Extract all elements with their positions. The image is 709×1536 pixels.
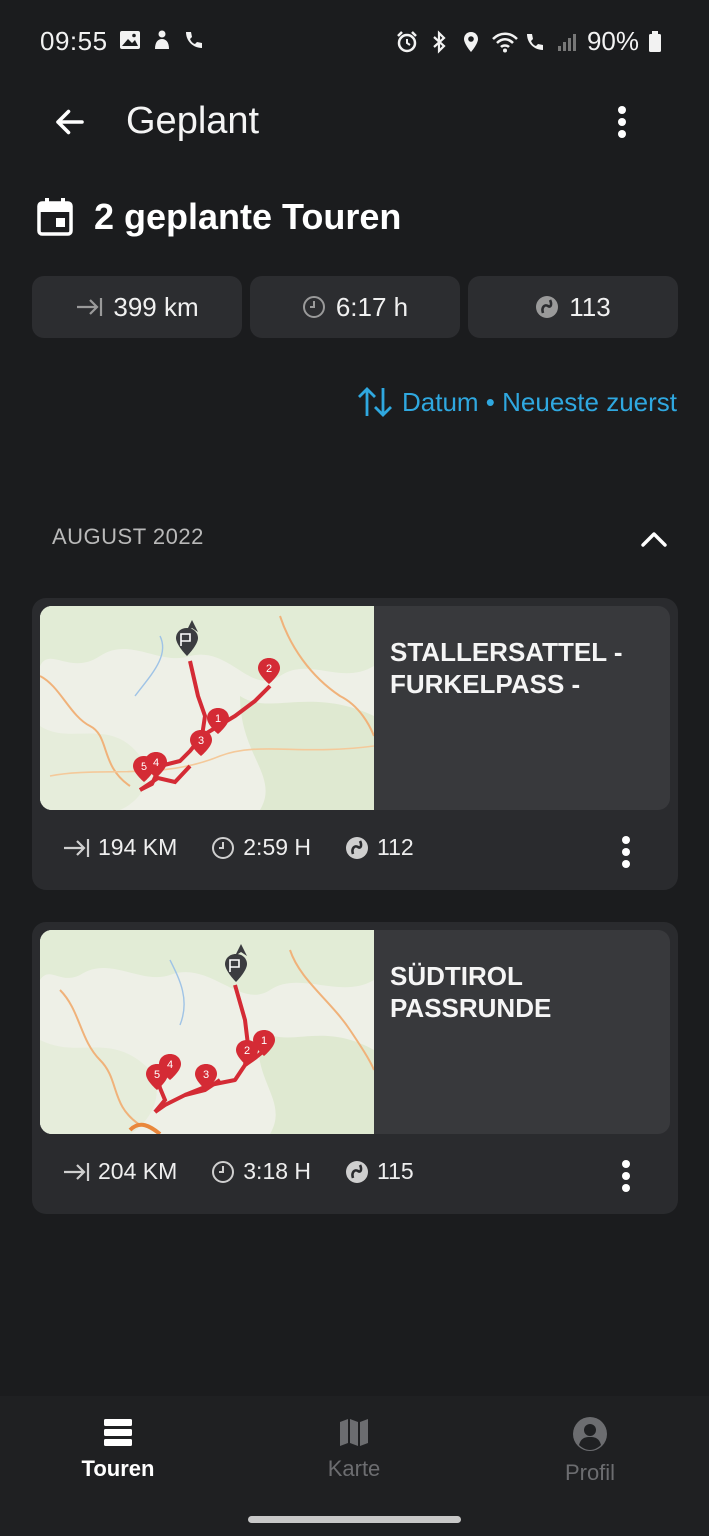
tour-name: SÜDTIROL PASSRUNDE <box>390 961 552 1023</box>
tour-curviness: 112 <box>345 834 414 861</box>
battery-icon <box>647 30 671 54</box>
tour-distance-value: 194 KM <box>98 834 178 860</box>
page-title: Geplant <box>126 100 260 142</box>
summary-duration: 6:17 h <box>250 276 460 338</box>
status-time: 09:55 <box>40 26 108 56</box>
sort-arrows-icon <box>358 387 392 417</box>
tour-more-button[interactable] <box>614 832 638 872</box>
status-left-icons <box>118 28 206 52</box>
more-options-button[interactable] <box>599 98 645 146</box>
notification-icon <box>150 28 174 52</box>
list-icon <box>104 1419 132 1446</box>
nav-label-map: Karte <box>327 1456 381 1481</box>
distance-icon <box>64 1162 90 1181</box>
waypoint-label: 1 <box>215 713 221 725</box>
signal-icon <box>555 30 579 54</box>
alarm-icon <box>395 30 419 54</box>
status-right: 90% <box>395 26 671 57</box>
sort-control[interactable]: Datum • Neueste zuerst <box>356 386 677 418</box>
app-bar: Geplant <box>0 84 709 160</box>
distance-icon <box>64 838 90 857</box>
battery-percent: 90% <box>586 26 639 56</box>
tour-distance: 194 KM <box>62 834 177 861</box>
summary-duration-value: 6:17 h <box>335 291 409 322</box>
tour-stats: 194 KM 2:59 H 112 <box>62 834 414 861</box>
distance-icon <box>77 298 103 316</box>
more-vertical-icon <box>618 106 626 138</box>
more-vertical-icon <box>622 1160 630 1192</box>
arrow-left-icon <box>56 109 84 135</box>
tours-heading: 2 geplante Touren <box>36 196 401 238</box>
curviness-icon <box>536 296 559 318</box>
tour-curviness: 115 <box>345 1158 414 1185</box>
waypoint-label: 2 <box>266 663 272 675</box>
nav-tab-tours[interactable]: Touren <box>38 1416 198 1496</box>
tour-card-header: 2 1 3 5 4 STALLERSATTEL - FURKELPASS - <box>40 606 670 810</box>
gallery-icon <box>118 28 142 52</box>
tour-map-thumbnail: 1 2 3 4 5 <box>40 930 374 1134</box>
tour-more-button[interactable] <box>614 1156 638 1196</box>
curviness-icon <box>346 836 369 859</box>
summary-distance-value: 399 km <box>113 291 199 322</box>
tour-duration-value: 2:59 H <box>243 834 312 860</box>
chevron-up-icon <box>641 532 667 547</box>
nav-label-profile: Profil <box>564 1460 616 1485</box>
map-icon <box>340 1419 368 1446</box>
sort-label: Datum • Neueste zuerst <box>402 386 677 417</box>
waypoint-label: 3 <box>203 1069 209 1081</box>
summary-curviness-value: 113 <box>569 291 611 322</box>
section-title: AUGUST 2022 <box>52 524 204 549</box>
tour-duration-value: 3:18 H <box>243 1158 312 1184</box>
curviness-icon <box>346 1160 369 1183</box>
nav-label-tours: Touren <box>81 1456 155 1481</box>
wifi-icon <box>491 30 518 54</box>
bottom-nav: Touren Karte Profil <box>0 1396 709 1536</box>
waypoint-label: 5 <box>154 1069 160 1081</box>
tour-curviness-value: 115 <box>377 1158 414 1184</box>
nav-tab-map[interactable]: Karte <box>274 1416 434 1496</box>
more-vertical-icon <box>622 836 630 868</box>
bluetooth-icon <box>427 29 451 54</box>
waypoint-label: 2 <box>244 1045 250 1057</box>
tour-card[interactable]: 2 1 3 5 4 STALLERSATTEL - FURKELPASS - 1… <box>32 598 678 890</box>
summary-curviness: 113 <box>468 276 678 338</box>
waypoint-label: 1 <box>261 1035 267 1047</box>
tour-map-thumbnail: 2 1 3 5 4 <box>40 606 374 810</box>
tours-count-title: 2 geplante Touren <box>94 196 402 237</box>
home-indicator[interactable] <box>248 1516 461 1523</box>
summary-row: 399 km 6:17 h 113 <box>32 276 678 338</box>
summary-distance: 399 km <box>32 276 242 338</box>
calendar-icon <box>37 198 73 236</box>
clock-icon <box>212 836 235 859</box>
tour-stats: 204 KM 3:18 H 115 <box>62 1158 414 1185</box>
call-icon <box>523 30 547 54</box>
tour-distance: 204 KM <box>62 1158 177 1185</box>
screen: 09:55 90% Geplant 2 geplante Touren 399 … <box>0 0 709 1536</box>
waypoint-label: 3 <box>198 735 204 747</box>
clock-icon <box>302 296 325 318</box>
tour-curviness-value: 112 <box>377 834 414 860</box>
nav-tab-profile[interactable]: Profil <box>510 1416 670 1496</box>
section-header[interactable]: AUGUST 2022 <box>0 516 709 566</box>
tour-duration: 3:18 H <box>211 1158 311 1185</box>
waypoint-label: 4 <box>153 757 159 769</box>
tour-card-header: 1 2 3 4 5 SÜDTIROL PASSRUNDE <box>40 930 670 1134</box>
profile-icon <box>573 1417 607 1451</box>
tour-name: STALLERSATTEL - FURKELPASS - <box>390 637 623 699</box>
status-bar: 09:55 90% <box>0 0 709 84</box>
tour-distance-value: 204 KM <box>98 1158 178 1184</box>
wifi-call-icon <box>182 28 206 52</box>
back-button[interactable] <box>44 98 96 146</box>
tour-card[interactable]: 1 2 3 4 5 SÜDTIROL PASSRUNDE 204 KM 3:18… <box>32 922 678 1214</box>
clock-icon <box>212 1160 235 1183</box>
collapse-button[interactable] <box>639 524 669 554</box>
tour-duration: 2:59 H <box>211 834 311 861</box>
waypoint-label: 4 <box>167 1059 173 1071</box>
location-icon <box>459 30 483 54</box>
